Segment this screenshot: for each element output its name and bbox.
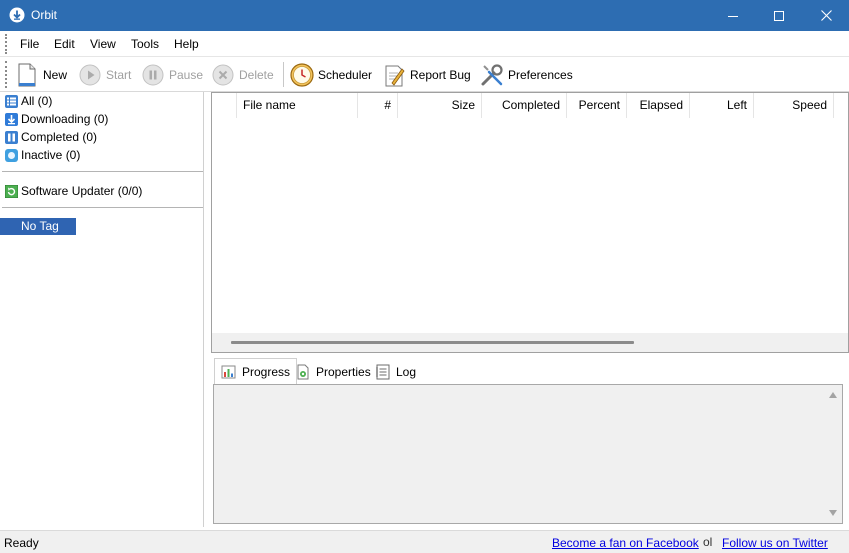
preferences-button[interactable]: Preferences — [480, 62, 573, 87]
toolbar: New Start Pause Delete Scheduler Report … — [0, 57, 849, 92]
category-all-label: All (0) — [21, 94, 53, 108]
new-button-label: New — [43, 67, 68, 82]
clock-icon — [290, 62, 314, 87]
tab-progress-label: Progress — [242, 364, 291, 379]
column-file-name[interactable]: File name — [237, 93, 358, 118]
category-software-updater[interactable]: Software Updater (0/0) — [5, 183, 142, 199]
close-icon — [820, 10, 832, 21]
pause-button[interactable]: Pause — [141, 62, 203, 87]
pause-button-label: Pause — [169, 67, 204, 82]
category-completed-label: Completed (0) — [21, 130, 98, 144]
download-list[interactable]: File name # Size Completed Percent Elaps… — [211, 92, 849, 353]
close-button[interactable] — [803, 0, 849, 31]
window-title: Orbit — [31, 8, 58, 22]
log-icon — [375, 364, 391, 380]
status-bar: Ready Become a fan on Facebook ol Follow… — [0, 530, 849, 553]
menu-view[interactable]: View — [90, 37, 116, 51]
wrench-screwdriver-icon — [480, 63, 504, 87]
app-download-icon — [9, 7, 25, 23]
column-number[interactable]: # — [358, 93, 398, 118]
delete-icon — [211, 63, 235, 87]
delete-button[interactable]: Delete — [211, 62, 274, 87]
download-arrow-icon — [5, 112, 18, 126]
menu-tools[interactable]: Tools — [131, 37, 159, 51]
column-completed[interactable]: Completed — [482, 93, 567, 118]
report-bug-icon — [382, 63, 406, 87]
scrollbar-thumb[interactable] — [231, 341, 634, 344]
download-list-header: File name # Size Completed Percent Elaps… — [212, 93, 848, 118]
delete-button-label: Delete — [239, 67, 274, 82]
pause-icon — [141, 63, 165, 87]
play-icon — [78, 63, 102, 87]
software-updater-label: Software Updater (0/0) — [21, 184, 143, 198]
category-completed[interactable]: Completed (0) — [5, 129, 97, 145]
list-icon — [5, 94, 18, 108]
category-inactive[interactable]: Inactive (0) — [5, 147, 80, 163]
maximize-button[interactable] — [756, 0, 802, 31]
menu-edit[interactable]: Edit — [54, 37, 75, 51]
scheduler-button[interactable]: Scheduler — [290, 62, 372, 87]
title-bar: Orbit — [0, 0, 849, 31]
report-bug-button-label: Report Bug — [410, 67, 471, 82]
toolbar-separator — [283, 62, 284, 87]
preferences-button-label: Preferences — [508, 67, 573, 82]
sidebar-divider — [2, 207, 203, 209]
category-downloading-label: Downloading (0) — [21, 112, 109, 126]
category-sidebar: All (0) Downloading (0) Completed (0) In… — [0, 92, 204, 527]
menu-bar: File Edit View Tools Help — [0, 31, 849, 57]
column-size[interactable]: Size — [398, 93, 482, 118]
details-tabs: Progress Properties Log — [211, 358, 849, 384]
column-spacer — [212, 93, 237, 118]
toolbar-grip — [5, 61, 7, 88]
minimize-icon — [728, 15, 738, 17]
vertical-scrollbar[interactable] — [825, 385, 842, 523]
horizontal-scrollbar[interactable] — [212, 333, 848, 352]
twitter-link[interactable]: Follow us on Twitter — [722, 536, 828, 550]
start-button[interactable]: Start — [78, 62, 131, 87]
scheduler-button-label: Scheduler — [318, 67, 373, 82]
new-file-icon — [15, 63, 39, 87]
column-percent[interactable]: Percent — [567, 93, 627, 118]
column-elapsed[interactable]: Elapsed — [627, 93, 690, 118]
software-updater-icon — [5, 184, 18, 198]
category-inactive-label: Inactive (0) — [21, 148, 81, 162]
status-text: Ready — [4, 536, 39, 550]
menu-file[interactable]: File — [20, 37, 39, 51]
column-left[interactable]: Left — [690, 93, 754, 118]
status-overlay-text: ol — [703, 535, 713, 549]
sidebar-divider — [2, 171, 203, 173]
bar-chart-icon — [221, 364, 237, 380]
tab-properties-label: Properties — [316, 365, 371, 379]
tab-properties[interactable]: Properties — [289, 360, 377, 384]
maximize-icon — [774, 10, 784, 21]
tab-progress[interactable]: Progress — [214, 358, 298, 384]
tag-no-tag[interactable]: No Tag (0) — [0, 218, 76, 250]
completed-icon — [5, 130, 18, 144]
tab-log[interactable]: Log — [369, 360, 422, 384]
report-bug-button[interactable]: Report Bug — [382, 62, 471, 87]
properties-icon — [295, 364, 311, 380]
tab-log-label: Log — [396, 365, 417, 379]
category-all[interactable]: All (0) — [5, 93, 52, 109]
column-speed[interactable]: Speed — [754, 93, 834, 118]
menu-grip — [5, 34, 7, 54]
facebook-link[interactable]: Become a fan on Facebook — [552, 536, 699, 550]
start-button-label: Start — [106, 67, 132, 82]
minimize-button[interactable] — [710, 0, 756, 31]
category-downloading[interactable]: Downloading (0) — [5, 111, 108, 127]
scroll-up-arrow-icon[interactable] — [829, 392, 837, 398]
inactive-icon — [5, 148, 18, 162]
progress-panel — [213, 384, 843, 524]
new-button[interactable]: New — [15, 62, 67, 87]
scroll-down-arrow-icon[interactable] — [829, 510, 837, 516]
menu-help[interactable]: Help — [174, 37, 199, 51]
